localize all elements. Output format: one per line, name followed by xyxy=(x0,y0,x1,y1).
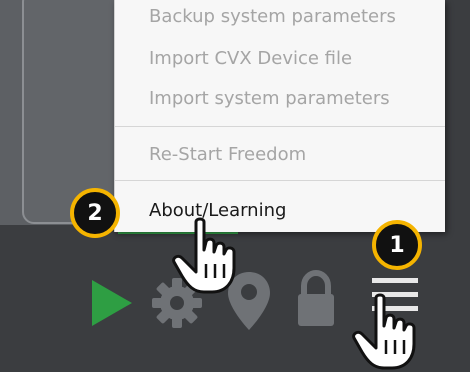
menu-item-backup-system-parameters[interactable]: Backup system parameters xyxy=(149,8,396,32)
hand-pointer-cursor-icon xyxy=(172,217,236,294)
callout-badge-2: 2 xyxy=(70,188,120,238)
context-menu: Backup system parameters Import CVX Devi… xyxy=(114,0,445,232)
menu-divider xyxy=(115,126,445,127)
menu-divider xyxy=(115,180,445,181)
menu-item-import-system-parameters[interactable]: Import system parameters xyxy=(149,84,390,114)
callout-badge-1: 1 xyxy=(372,220,422,270)
lock-icon[interactable] xyxy=(294,270,338,328)
play-icon[interactable] xyxy=(88,278,136,328)
menu-item-restart-freedom[interactable]: Re-Start Freedom xyxy=(149,140,306,170)
hand-pointer-cursor-icon xyxy=(352,293,416,370)
menu-item-import-cvx-device-file[interactable]: Import CVX Device file xyxy=(149,44,352,74)
